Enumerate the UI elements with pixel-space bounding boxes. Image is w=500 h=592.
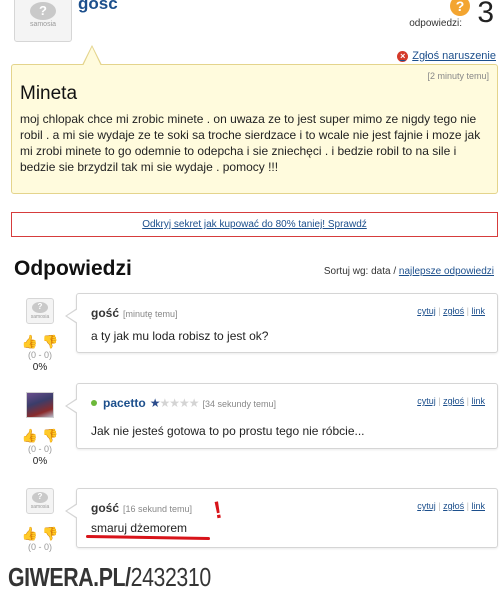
question-mark-icon: ?: [450, 0, 470, 16]
question-author-avatar[interactable]: samosia: [14, 0, 72, 42]
answer-text: smaruj dżemorem: [91, 521, 188, 535]
answer-card: gość [16 sekund temu] cytuj | zgłoś | li…: [65, 488, 498, 548]
site-watermark: GIWERA.PL/2432310: [8, 562, 211, 592]
star-icon: ★: [169, 396, 180, 410]
vote-panel: 👍 👎 (0 - 0) 0%: [20, 428, 60, 467]
answer-card: pacetto ★★★★★ [34 sekundy temu] cytuj | …: [65, 383, 498, 449]
avatar-tag: samosia: [29, 21, 57, 28]
vote-tally: (0 - 0): [27, 444, 52, 454]
sort-controls: Sortuj wg: data / najlepsze odpowiedzi: [324, 266, 494, 277]
permalink[interactable]: link: [471, 306, 485, 316]
permalink[interactable]: link: [471, 396, 485, 406]
separator: |: [438, 501, 441, 511]
online-status-icon: [91, 400, 97, 406]
vote-percent: 0%: [32, 362, 48, 373]
report-violation-label: Zgłoś naruszenie: [412, 50, 496, 62]
thumbs-down-icon[interactable]: 👎: [42, 526, 58, 541]
question-timestamp: [2 minuty temu]: [427, 71, 489, 81]
answer-actions: cytuj | zgłoś | link: [417, 396, 485, 406]
watermark-code: 2432310: [130, 562, 212, 592]
thumbs-up-icon[interactable]: 👍: [22, 526, 38, 541]
default-avatar-icon: [30, 2, 56, 20]
answer-card: gość [minutę temu] cytuj | zgłoś | link …: [65, 293, 498, 353]
answer-author: gość: [91, 501, 120, 515]
question-title: Mineta: [20, 83, 78, 104]
vote-tally: (0 - 0): [27, 542, 52, 552]
star-icon: ★: [178, 396, 190, 410]
report-link[interactable]: zgłoś: [443, 501, 464, 511]
report-violation-link[interactable]: × Zgłoś naruszenie: [397, 50, 496, 62]
permalink[interactable]: link: [471, 501, 485, 511]
star-icon: ★: [149, 396, 161, 410]
vote-tally: (0 - 0): [27, 350, 52, 360]
answer-text: Jak nie jesteś gotowa to po prostu tego …: [91, 424, 365, 438]
question-box: [2 minuty temu] Mineta moj chlopak chce …: [11, 45, 498, 194]
avatar-tag: samosia: [30, 504, 50, 510]
answer-timestamp: [minutę temu]: [123, 309, 178, 319]
question-author-name[interactable]: gosc: [78, 0, 118, 14]
star-icon: ★: [188, 396, 200, 410]
watermark-site: GIWERA.PL/: [8, 562, 131, 592]
answers-count-label: odpowiedzi:: [409, 18, 462, 29]
default-avatar-icon: [32, 492, 48, 503]
thumbs-up-icon[interactable]: 👍: [22, 428, 38, 443]
answer-author[interactable]: pacetto: [103, 396, 146, 410]
promo-link[interactable]: Odkryj sekret jak kupować do 80% taniej!…: [11, 212, 498, 237]
quote-link[interactable]: cytuj: [417, 396, 436, 406]
quote-link[interactable]: cytuj: [417, 306, 436, 316]
default-avatar-icon: [32, 302, 48, 313]
answer-timestamp: [16 sekund temu]: [123, 504, 193, 514]
separator: |: [466, 306, 469, 316]
answer-timestamp: [34 sekundy temu]: [202, 399, 277, 409]
avatar-tag: samosia: [30, 314, 50, 320]
answer-avatar[interactable]: samosia: [26, 488, 54, 514]
answer-actions: cytuj | zgłoś | link: [417, 306, 485, 316]
thumbs-down-icon[interactable]: 👎: [42, 334, 58, 349]
thumbs-down-icon[interactable]: 👎: [42, 428, 58, 443]
quote-link[interactable]: cytuj: [417, 501, 436, 511]
question-body: moj chlopak chce mi zrobic minete . on u…: [20, 112, 481, 174]
sort-label: Sortuj wg: data /: [323, 266, 397, 277]
separator: |: [466, 501, 469, 511]
rating-stars: ★★★★★: [149, 396, 200, 410]
vote-percent: 0%: [32, 456, 48, 467]
separator: |: [438, 306, 441, 316]
separator: |: [438, 396, 441, 406]
user-photo-avatar[interactable]: [26, 392, 54, 418]
report-link[interactable]: zgłoś: [443, 306, 464, 316]
vote-panel: 👍 👎 (0 - 0) 0%: [20, 334, 60, 373]
sort-best-link[interactable]: najlepsze odpowiedzi: [399, 266, 494, 277]
thumbs-up-icon[interactable]: 👍: [22, 334, 38, 349]
answer-avatar[interactable]: samosia: [26, 298, 54, 324]
answer-actions: cytuj | zgłoś | link: [417, 501, 485, 511]
answer-author: gość: [91, 306, 120, 320]
answers-count: 3: [477, 0, 494, 29]
answers-heading: Odpowiedzi: [14, 257, 132, 280]
close-icon: ×: [397, 50, 409, 62]
report-link[interactable]: zgłoś: [443, 396, 464, 406]
star-icon: ★: [159, 396, 170, 410]
answer-text: a ty jak mu loda robisz to jest ok?: [91, 329, 269, 343]
separator: |: [466, 396, 469, 406]
vote-panel: 👍 👎 (0 - 0): [20, 526, 60, 552]
